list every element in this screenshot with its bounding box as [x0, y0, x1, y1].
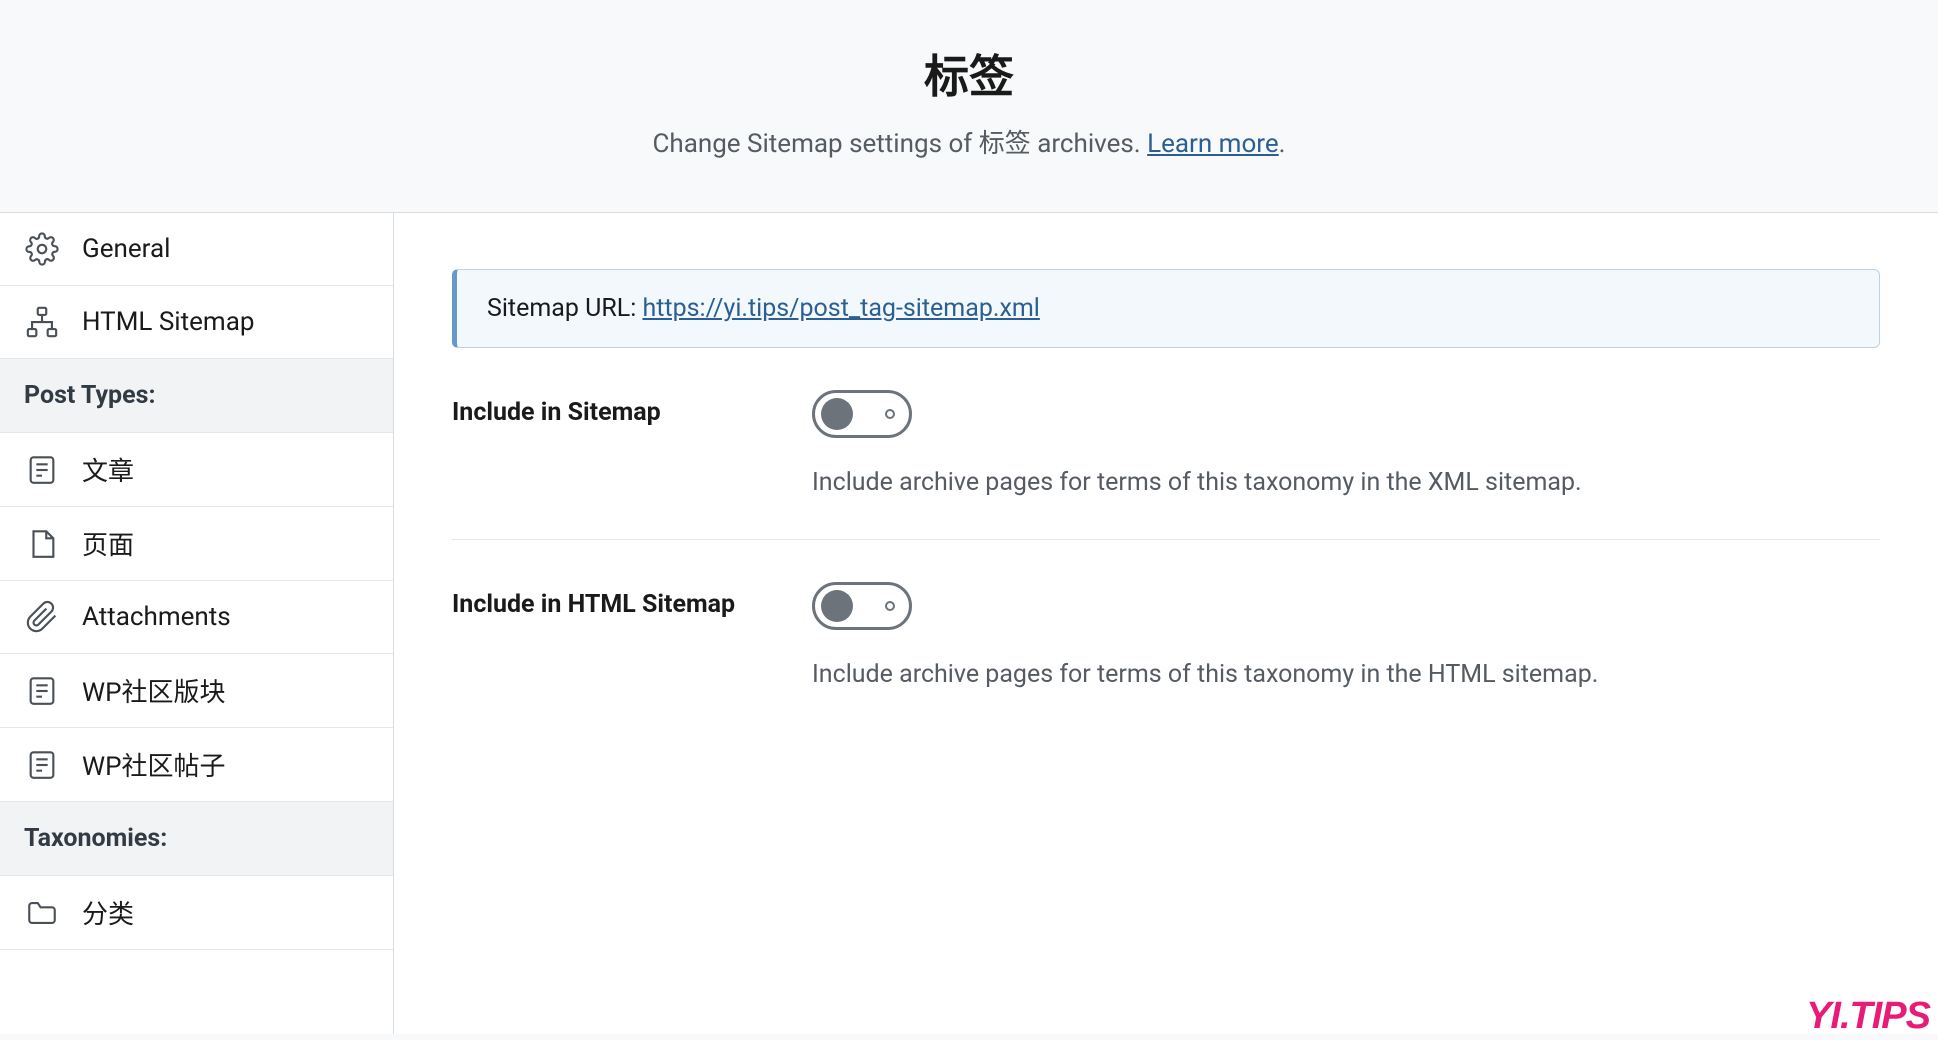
watermark-text: YI.TIPS — [1806, 995, 1930, 1037]
toggle-include-sitemap[interactable] — [812, 390, 912, 438]
body-wrapper: General HTML Sitemap Post Types: 文章 页面 — [0, 212, 1938, 1034]
sidebar-item-wp-topic[interactable]: WP社区帖子 — [0, 728, 393, 802]
sidebar-item-label: 文章 — [82, 451, 134, 488]
main-content: Sitemap URL: https://yi.tips/post_tag-si… — [394, 213, 1938, 1034]
sidebar-item-posts[interactable]: 文章 — [0, 433, 393, 507]
sidebar-item-label: Attachments — [82, 602, 231, 632]
sitemap-icon — [24, 304, 60, 340]
sidebar-item-label: WP社区版块 — [82, 672, 225, 709]
page-subtitle: Change Sitemap settings of 标签 archives. … — [0, 123, 1938, 160]
toggle-knob — [821, 398, 853, 430]
sitemap-url-label: Sitemap URL: — [487, 294, 642, 323]
toggle-indicator — [885, 409, 895, 419]
option-row-include-html-sitemap: Include in HTML Sitemap Include archive … — [452, 540, 1880, 731]
option-help-text: Include archive pages for terms of this … — [812, 468, 1880, 497]
sidebar: General HTML Sitemap Post Types: 文章 页面 — [0, 213, 394, 1034]
learn-more-link[interactable]: Learn more — [1147, 129, 1279, 159]
sidebar-section-taxonomies: Taxonomies: — [0, 802, 393, 876]
option-label: Include in Sitemap — [452, 390, 812, 427]
sidebar-item-attachments[interactable]: Attachments — [0, 581, 393, 654]
page-icon — [24, 526, 60, 562]
toggle-knob — [821, 590, 853, 622]
option-control: Include archive pages for terms of this … — [812, 390, 1880, 497]
option-row-include-sitemap: Include in Sitemap Include archive pages… — [452, 348, 1880, 540]
sidebar-item-label: HTML Sitemap — [82, 307, 254, 337]
page-title: 标签 — [0, 40, 1938, 105]
gear-icon — [24, 231, 60, 267]
attachment-icon — [24, 599, 60, 635]
toggle-include-html-sitemap[interactable] — [812, 582, 912, 630]
sidebar-item-category[interactable]: 分类 — [0, 876, 393, 950]
sidebar-item-label: General — [82, 234, 170, 264]
toggle-indicator — [885, 601, 895, 611]
page-header: 标签 Change Sitemap settings of 标签 archive… — [0, 0, 1938, 212]
document-icon — [24, 673, 60, 709]
option-help-text: Include archive pages for terms of this … — [812, 660, 1880, 689]
folder-icon — [24, 895, 60, 931]
sidebar-item-label: WP社区帖子 — [82, 746, 225, 783]
sidebar-section-post-types: Post Types: — [0, 359, 393, 433]
subtitle-prefix: Change Sitemap settings of 标签 archives. — [652, 129, 1147, 159]
option-control: Include archive pages for terms of this … — [812, 582, 1880, 689]
sidebar-item-general[interactable]: General — [0, 213, 393, 286]
sidebar-item-pages[interactable]: 页面 — [0, 507, 393, 581]
sidebar-item-html-sitemap[interactable]: HTML Sitemap — [0, 286, 393, 359]
document-icon — [24, 747, 60, 783]
document-icon — [24, 452, 60, 488]
option-label: Include in HTML Sitemap — [452, 582, 812, 619]
sitemap-url-link[interactable]: https://yi.tips/post_tag-sitemap.xml — [642, 294, 1039, 323]
sitemap-url-box: Sitemap URL: https://yi.tips/post_tag-si… — [452, 269, 1880, 348]
sidebar-item-wp-forum[interactable]: WP社区版块 — [0, 654, 393, 728]
sidebar-item-label: 页面 — [82, 525, 134, 562]
sidebar-item-label: 分类 — [82, 894, 134, 931]
subtitle-period: . — [1279, 129, 1286, 159]
watermark: YI.TIPS — [1806, 1000, 1930, 1032]
